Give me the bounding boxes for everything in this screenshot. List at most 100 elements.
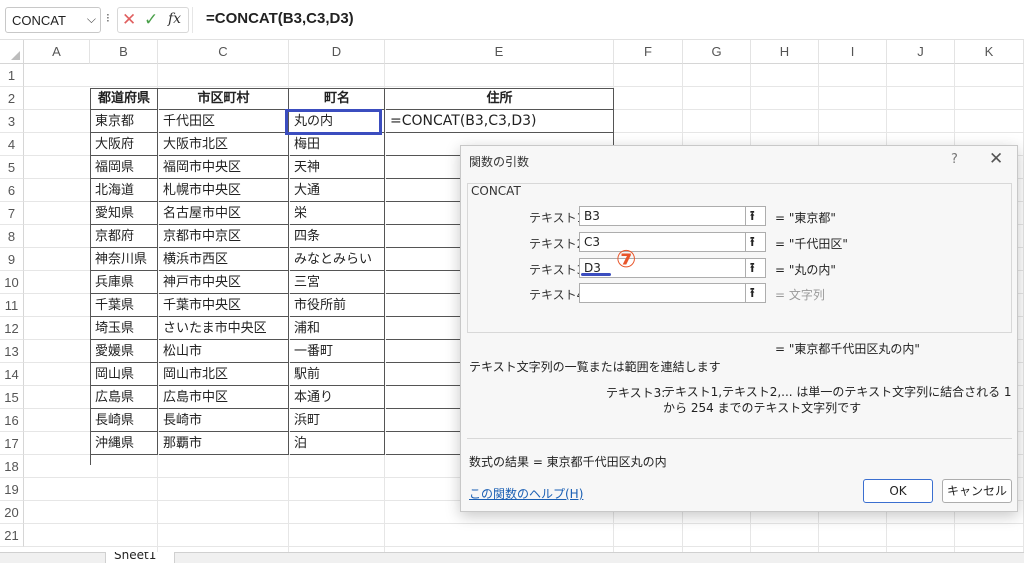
chevron-down-icon[interactable]: ⌵ [87, 12, 96, 27]
cell-prefecture[interactable]: 愛知県 [91, 202, 158, 225]
row-header-3[interactable]: 3 [0, 110, 24, 133]
row-header-9[interactable]: 9 [0, 248, 24, 271]
ok-button[interactable]: OK [863, 479, 933, 503]
cell-town[interactable]: 市役所前 [290, 294, 385, 317]
cell-town[interactable]: 駅前 [290, 363, 385, 386]
argument-input-1[interactable]: B3 [579, 206, 765, 226]
cell-town[interactable]: 大通 [290, 179, 385, 202]
cell-prefecture[interactable]: 福岡県 [91, 156, 158, 179]
cell-prefecture[interactable]: 大阪府 [91, 133, 158, 156]
header-town[interactable]: 町名 [290, 88, 385, 110]
row-header-4[interactable]: 4 [0, 133, 24, 156]
cell-prefecture[interactable]: 兵庫県 [91, 271, 158, 294]
cancel-icon[interactable]: ✕ [122, 10, 136, 30]
row-header-8[interactable]: 8 [0, 225, 24, 248]
cell-town[interactable]: 本通り [290, 386, 385, 409]
cancel-button[interactable]: キャンセル [942, 479, 1012, 503]
cell-prefecture[interactable]: 埼玉県 [91, 317, 158, 340]
header-address[interactable]: 住所 [386, 88, 614, 110]
cell-municipality[interactable]: 那覇市 [159, 432, 289, 455]
cell-prefecture[interactable]: 愛媛県 [91, 340, 158, 363]
cell-prefecture[interactable]: 千葉県 [91, 294, 158, 317]
help-link[interactable]: この関数のヘルプ(H) [469, 485, 583, 502]
column-header-c[interactable]: C [158, 40, 289, 64]
column-header-e[interactable]: E [385, 40, 614, 64]
cell-municipality[interactable]: 福岡市中央区 [159, 156, 289, 179]
cell-municipality[interactable]: 京都市中京区 [159, 225, 289, 248]
row-header-12[interactable]: 12 [0, 317, 24, 340]
collapse-dialog-icon[interactable]: ⭱ [745, 283, 766, 303]
row-header-17[interactable]: 17 [0, 432, 24, 455]
cell-municipality[interactable]: 松山市 [159, 340, 289, 363]
cell-prefecture[interactable]: 北海道 [91, 179, 158, 202]
column-header-i[interactable]: I [819, 40, 887, 64]
column-header-f[interactable]: F [614, 40, 683, 64]
cell-town[interactable]: 四条 [290, 225, 385, 248]
cell-municipality[interactable]: 広島市中区 [159, 386, 289, 409]
row-header-10[interactable]: 10 [0, 271, 24, 294]
collapse-dialog-icon[interactable]: ⭱ [745, 258, 766, 278]
cell-municipality[interactable]: 名古屋市中区 [159, 202, 289, 225]
cell-town[interactable]: 梅田 [290, 133, 385, 156]
cell-prefecture[interactable]: 岡山県 [91, 363, 158, 386]
cell-municipality[interactable]: 神戸市中央区 [159, 271, 289, 294]
column-header-j[interactable]: J [887, 40, 955, 64]
cell-town[interactable]: 泊 [290, 432, 385, 455]
column-header-g[interactable]: G [683, 40, 751, 64]
cell-town[interactable]: みなとみらい [290, 248, 385, 271]
column-header-a[interactable]: A [24, 40, 90, 64]
row-header-16[interactable]: 16 [0, 409, 24, 432]
cell-prefecture[interactable]: 東京都 [91, 110, 158, 133]
sheet-tab[interactable]: Sheet1 [105, 552, 175, 563]
cell-town[interactable]: 浜町 [290, 409, 385, 432]
cell-address[interactable]: =CONCAT(B3,C3,D3) [386, 110, 614, 133]
enter-icon[interactable]: ✓ [144, 10, 158, 30]
cell-town[interactable]: 栄 [290, 202, 385, 225]
collapse-dialog-icon[interactable]: ⭱ [745, 232, 766, 252]
cell-prefecture[interactable]: 長崎県 [91, 409, 158, 432]
cell-municipality[interactable]: さいたま市中央区 [159, 317, 289, 340]
row-header-1[interactable]: 1 [0, 64, 24, 87]
help-icon[interactable]: ? [951, 152, 958, 167]
cell-municipality[interactable]: 札幌市中央区 [159, 179, 289, 202]
cell-prefecture[interactable]: 京都府 [91, 225, 158, 248]
cell-town[interactable]: 三宮 [290, 271, 385, 294]
column-header-k[interactable]: K [955, 40, 1024, 64]
row-header-15[interactable]: 15 [0, 386, 24, 409]
cell-municipality[interactable]: 横浜市西区 [159, 248, 289, 271]
cell-town[interactable]: 一番町 [290, 340, 385, 363]
formula-input[interactable]: =CONCAT(B3,C3,D3) [192, 7, 1020, 33]
row-header-13[interactable]: 13 [0, 340, 24, 363]
column-header-h[interactable]: H [751, 40, 819, 64]
column-header-b[interactable]: B [90, 40, 158, 64]
cell-municipality[interactable]: 岡山市北区 [159, 363, 289, 386]
cell-prefecture[interactable]: 神奈川県 [91, 248, 158, 271]
row-header-14[interactable]: 14 [0, 363, 24, 386]
cell-municipality[interactable]: 大阪市北区 [159, 133, 289, 156]
close-icon[interactable]: ✕ [989, 149, 1003, 169]
name-box[interactable]: CONCAT ⌵ [5, 7, 101, 33]
row-header-21[interactable]: 21 [0, 524, 24, 547]
row-header-19[interactable]: 19 [0, 478, 24, 501]
row-header-5[interactable]: 5 [0, 156, 24, 179]
row-header-7[interactable]: 7 [0, 202, 24, 225]
select-all-button[interactable] [0, 40, 24, 64]
cell-town[interactable]: 浦和 [290, 317, 385, 340]
cell-municipality[interactable]: 長崎市 [159, 409, 289, 432]
row-header-11[interactable]: 11 [0, 294, 24, 317]
cell-prefecture[interactable]: 広島県 [91, 386, 158, 409]
header-prefecture[interactable]: 都道府県 [91, 88, 158, 110]
row-header-2[interactable]: 2 [0, 87, 24, 110]
cell-municipality[interactable]: 千葉市中央区 [159, 294, 289, 317]
insert-function-icon[interactable]: fx [168, 11, 181, 27]
cell-town[interactable]: 天神 [290, 156, 385, 179]
row-header-20[interactable]: 20 [0, 501, 24, 524]
cell-municipality[interactable]: 千代田区 [159, 110, 289, 133]
header-municipality[interactable]: 市区町村 [159, 88, 289, 110]
argument-input-4[interactable] [579, 283, 765, 303]
cell-prefecture[interactable]: 沖縄県 [91, 432, 158, 455]
more-options-icon[interactable]: ⁝ [106, 11, 110, 25]
row-header-18[interactable]: 18 [0, 455, 24, 478]
row-header-6[interactable]: 6 [0, 179, 24, 202]
column-header-d[interactable]: D [289, 40, 385, 64]
